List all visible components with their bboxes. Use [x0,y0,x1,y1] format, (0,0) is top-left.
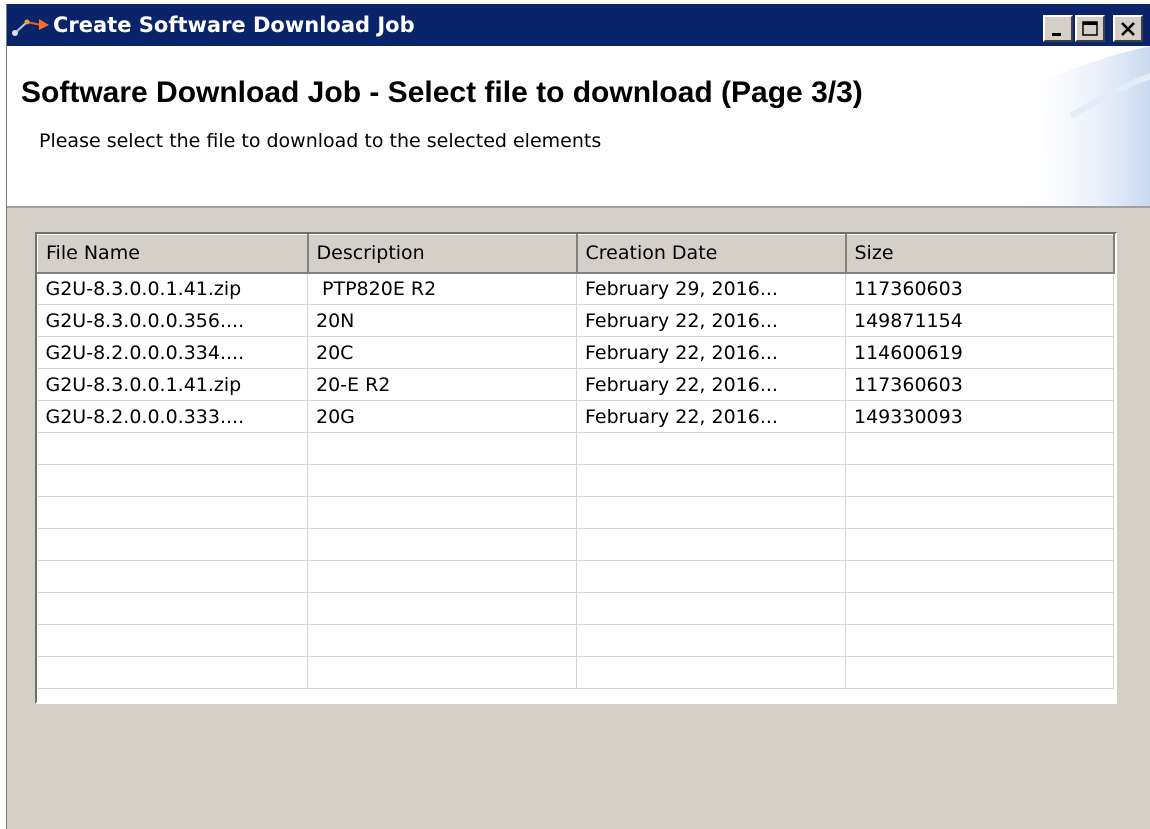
empty-row [37,624,1114,657]
cell-size: 149330093 [845,400,1114,433]
table-header-row: File Name Description Creation Date Size [37,234,1115,274]
close-button[interactable] [1113,15,1143,42]
empty-row [37,464,1114,497]
table-row[interactable]: G2U-8.2.0.0.0.334.... 20C February 22, 2… [37,336,1114,369]
cell-description: 20G [307,400,577,433]
column-header-file-name[interactable]: File Name [37,234,309,274]
table-row[interactable]: G2U-8.3.0.0.0.356.... 20N February 22, 2… [37,304,1114,337]
cell-size: 117360603 [845,272,1114,305]
cell-size: 117360603 [845,368,1114,401]
minimize-button[interactable] [1043,15,1073,42]
cell-creation-date: February 22, 2016... [576,304,846,337]
wizard-header: Software Download Job - Select file to d… [7,46,1150,208]
cell-file-name: G2U-8.2.0.0.0.334.... [37,336,308,369]
close-icon [1121,22,1135,36]
cell-description: PTP820E R2 [307,272,577,305]
cell-description: 20C [307,336,577,369]
cell-creation-date: February 22, 2016... [576,400,846,433]
cell-creation-date: February 29, 2016... [576,272,846,305]
cell-file-name: G2U-8.2.0.0.0.333.... [37,400,308,433]
maximize-icon [1082,21,1098,36]
maximize-button[interactable] [1075,15,1105,42]
header-decoration [1011,46,1150,206]
empty-row [37,528,1114,561]
column-header-creation-date[interactable]: Creation Date [576,234,847,274]
empty-row [37,496,1114,529]
cell-creation-date: February 22, 2016... [576,368,846,401]
minimize-icon [1052,33,1061,36]
cell-size: 149871154 [845,304,1114,337]
app-wizard-icon [12,19,49,36]
window-title: Create Software Download Job [53,13,415,37]
cell-description: 20-E R2 [307,368,577,401]
cell-file-name: G2U-8.3.0.0.1.41.zip [37,272,308,305]
cell-description: 20N [307,304,577,337]
column-header-description[interactable]: Description [307,234,578,274]
cell-creation-date: February 22, 2016... [576,336,846,369]
table-row[interactable]: G2U-8.3.0.0.1.41.zip PTP820E R2 February… [37,272,1114,305]
empty-row [37,656,1114,689]
empty-row [37,560,1114,593]
table-row[interactable]: G2U-8.2.0.0.0.333.... 20G February 22, 2… [37,400,1114,433]
file-table: File Name Description Creation Date Size… [37,234,1115,689]
dialog-window: Create Software Download Job Software Do… [6,4,1150,829]
empty-row [37,592,1114,625]
file-table-frame: File Name Description Creation Date Size… [35,232,1117,704]
cell-size: 114600619 [845,336,1114,369]
table-row[interactable]: G2U-8.3.0.0.1.41.zip 20-E R2 February 22… [37,368,1114,401]
title-bar[interactable]: Create Software Download Job [7,4,1150,46]
cell-file-name: G2U-8.3.0.0.0.356.... [37,304,308,337]
cell-file-name: G2U-8.3.0.0.1.41.zip [37,368,308,401]
page-subtitle: Please select the file to download to th… [39,130,602,152]
column-header-size[interactable]: Size [845,234,1115,274]
empty-row [37,432,1114,465]
page-title: Software Download Job - Select file to d… [21,76,863,109]
